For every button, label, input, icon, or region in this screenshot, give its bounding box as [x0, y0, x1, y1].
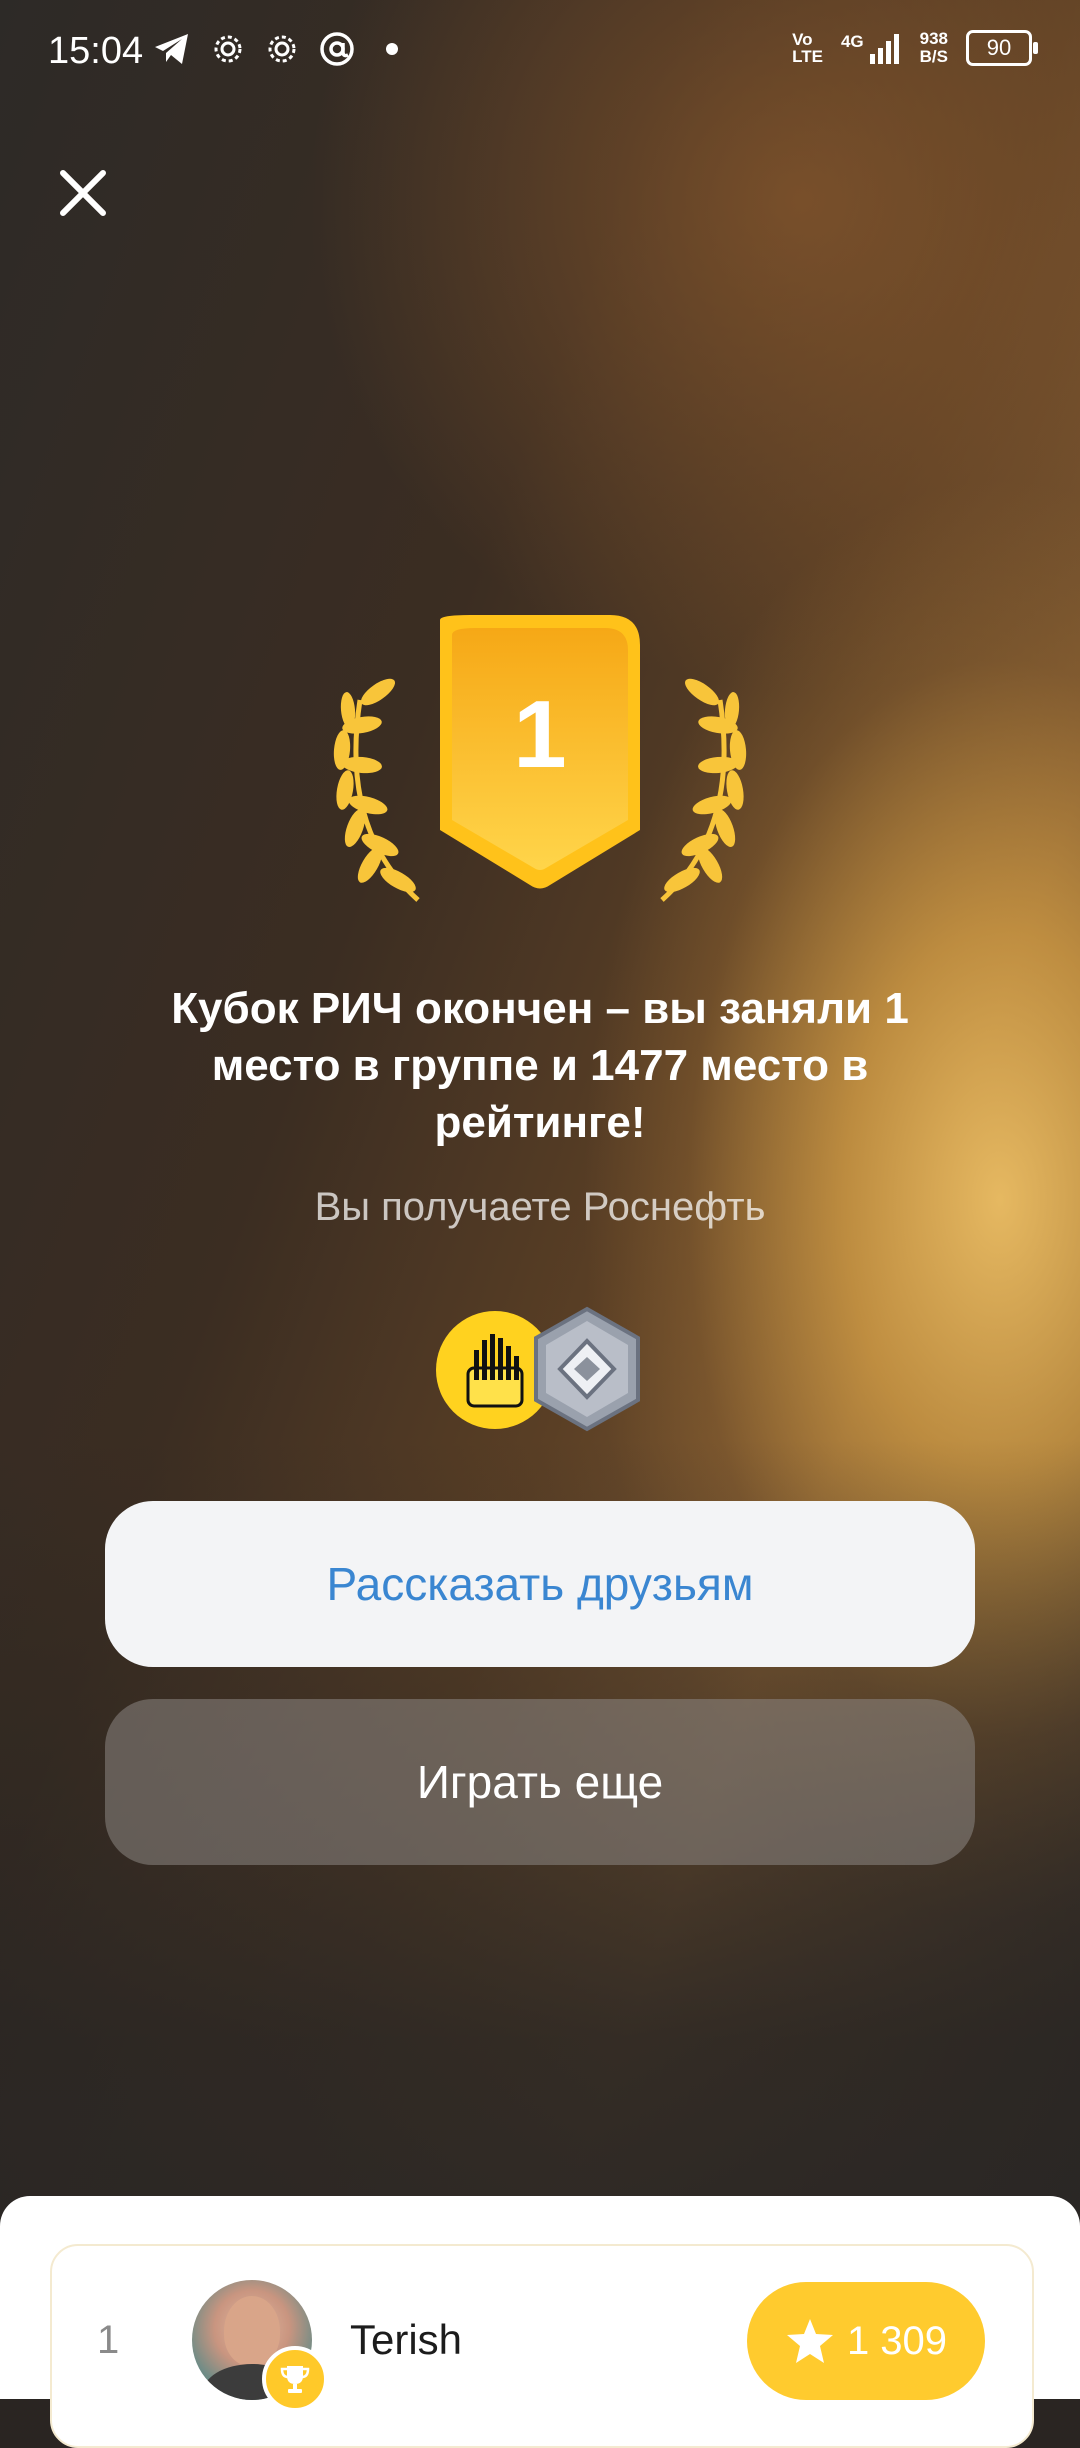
volte-line1: Vo: [792, 30, 813, 49]
reward-icons: [430, 1305, 650, 1435]
leaderboard-rank: 1: [97, 2318, 120, 2362]
network-type: 4G: [840, 32, 864, 51]
score-value: 1 309: [846, 2318, 948, 2363]
place-award: 1: [300, 600, 780, 920]
leaderboard-row[interactable]: 1 Terish 1 309: [50, 2244, 1034, 2448]
system-icons: Vo LTE 4G 938 B/S 90: [792, 30, 1038, 66]
status-time: 15:04: [48, 30, 144, 72]
play-again-label: Играть еще: [416, 1756, 664, 1808]
share-button-label: Рассказать друзьям: [326, 1558, 754, 1610]
score-badge: 1 309: [747, 2282, 985, 2400]
gear-icon: [214, 35, 242, 63]
result-subtitle: Вы получаете Роснефть: [314, 1185, 766, 1229]
play-again-button[interactable]: Играть еще: [105, 1699, 975, 1865]
gear-icon: [268, 35, 296, 63]
notification-icons: [152, 30, 410, 68]
leaderboard-username: Terish: [350, 2316, 463, 2363]
signal-indicator: 4G: [841, 32, 902, 64]
star-icon: [786, 2319, 833, 2363]
battery-level: 90: [986, 35, 1012, 60]
status-bar: 15:04 Vo LTE 4G 938 B/S 90: [0, 0, 1080, 110]
result-title: Кубок РИЧ окончен – вы заняли 1 место в …: [171, 984, 909, 1147]
at-sign-icon: [320, 32, 354, 66]
signal-icon: [869, 34, 899, 64]
place-number: 1: [513, 681, 567, 788]
telegram-icon: [155, 34, 188, 64]
volte-indicator: Vo LTE: [792, 31, 823, 65]
speed-unit: B/S: [919, 47, 948, 66]
speed-value: 938: [919, 29, 948, 48]
share-with-friends-button[interactable]: Рассказать друзьям: [105, 1501, 975, 1667]
speed-indicator: 938 B/S: [920, 30, 948, 66]
battery-icon: 90: [966, 30, 1038, 66]
volte-line2: LTE: [792, 47, 823, 66]
leaderboard-sheet[interactable]: 1 Terish 1 309: [0, 2196, 1080, 2448]
close-icon[interactable]: [55, 165, 111, 221]
trophy-icon: [262, 2346, 328, 2412]
diamond-league-icon: [534, 1306, 640, 1432]
dot-icon: [386, 43, 398, 55]
